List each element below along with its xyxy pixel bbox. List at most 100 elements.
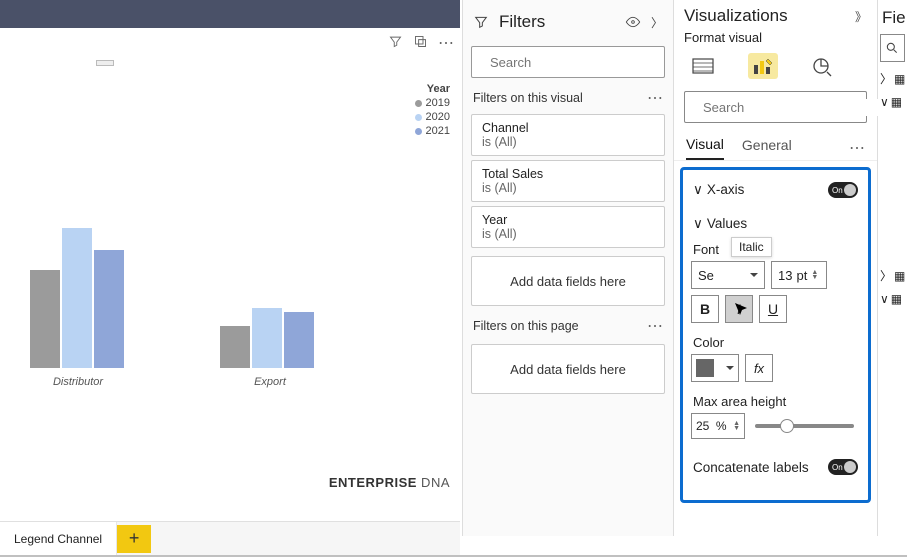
watermark: ENTERPRISE DNA (329, 475, 450, 490)
filter-icon[interactable] (388, 34, 403, 52)
legend-title: Year (415, 83, 450, 95)
filter-icon (473, 14, 489, 30)
italic-button[interactable]: I (725, 295, 753, 323)
color-picker[interactable] (691, 354, 739, 382)
xaxis-header[interactable]: ∨X-axis (693, 182, 744, 198)
filters-page-label: Filters on this page (473, 319, 579, 333)
visual-header: ⋯ (0, 28, 460, 58)
legend-item[interactable]: 2021 (415, 125, 450, 137)
font-family-value: Se (698, 268, 714, 283)
legend-label: 2019 (426, 97, 450, 109)
format-tabs: Visual General ⋯ (674, 131, 877, 161)
filters-search-input[interactable] (488, 54, 668, 71)
more-icon[interactable]: ⋯ (647, 88, 663, 108)
pct-unit: % (716, 419, 727, 433)
italic-tooltip: Italic (731, 237, 772, 257)
legend-label: 2020 (426, 111, 450, 123)
tab-general[interactable]: General (742, 137, 792, 159)
chevron-down-icon (750, 273, 758, 281)
visualizations-pane: Visualizations 》 Format visual Visual Ge… (674, 0, 878, 536)
filters-visual-label: Filters on this visual (473, 91, 583, 105)
format-properties-box: ∨X-axis On ∨Values Font Se 13 pt ▲▼ Ital… (680, 167, 871, 503)
add-fields-visual[interactable]: Add data fields here (471, 256, 665, 306)
build-visual-button[interactable] (688, 53, 718, 79)
filter-card-totalsales[interactable]: Total Sales is (All) (471, 160, 665, 202)
font-size-value: 13 (778, 268, 792, 283)
chart-bar[interactable] (94, 250, 124, 368)
concatenate-toggle[interactable]: On (828, 459, 858, 475)
report-canvas: ⋯ Year 2019 2020 2021 Distributor Export (0, 28, 460, 502)
cursor-icon (734, 302, 750, 320)
fields-pane: Fie 〉▦ ∨▦ 〉▦ ∨▦ (878, 0, 907, 536)
visualizations-title: Visualizations (684, 6, 845, 26)
max-area-slider[interactable] (755, 424, 854, 428)
format-search[interactable] (684, 91, 867, 123)
underline-button[interactable]: U (759, 295, 787, 323)
format-search-input[interactable] (701, 99, 881, 116)
font-size-input[interactable]: 13 pt ▲▼ (771, 261, 827, 289)
concatenate-label: Concatenate labels (693, 460, 809, 475)
stepper-icon[interactable]: ▲▼ (733, 421, 740, 431)
fields-table-row[interactable]: ∨▦ (878, 288, 907, 310)
format-visual-label: Format visual (674, 26, 877, 51)
filter-card-sub: is (All) (482, 181, 654, 195)
chart-bar[interactable] (30, 270, 60, 368)
filter-card-year[interactable]: Year is (All) (471, 206, 665, 248)
search-icon (885, 41, 899, 55)
fields-table-row[interactable]: 〉▦ (878, 263, 907, 288)
values-header[interactable]: ∨Values (693, 216, 747, 232)
stepper-icon[interactable]: ▲▼ (811, 270, 818, 280)
filters-search[interactable] (471, 46, 665, 78)
format-mode-row (674, 51, 877, 87)
eye-icon[interactable] (625, 14, 641, 30)
add-page-button[interactable]: + (117, 525, 151, 553)
more-options-icon[interactable]: ⋯ (438, 33, 454, 53)
filter-card-title: Year (482, 213, 654, 227)
fields-table-row[interactable]: 〉▦ (878, 66, 907, 91)
chart-bar[interactable] (284, 312, 314, 368)
analytics-button[interactable] (808, 53, 838, 79)
focus-mode-icon[interactable] (413, 34, 428, 52)
app-header-bar (0, 0, 460, 28)
watermark-bold: ENTERPRISE (329, 475, 417, 490)
max-area-input[interactable]: 25 % ▲▼ (691, 413, 745, 439)
max-area-label: Max area height (693, 394, 860, 409)
page-tab-active[interactable]: Legend Channel (0, 522, 117, 555)
chart-bar[interactable] (220, 326, 250, 368)
chart-bar[interactable] (252, 308, 282, 368)
fields-title: Fie (878, 0, 907, 30)
font-family-select[interactable]: Se (691, 261, 765, 289)
slider-thumb[interactable] (780, 419, 794, 433)
fx-button[interactable]: fx (745, 354, 773, 382)
legend-item[interactable]: 2020 (415, 111, 450, 123)
filters-pane: Filters 〉 Filters on this visual ⋯ Chann… (462, 0, 674, 536)
collapse-icon[interactable]: 》 (855, 8, 867, 25)
color-label: Color (693, 335, 860, 350)
drag-handle-icon[interactable] (96, 60, 114, 66)
filter-card-sub: is (All) (482, 135, 654, 149)
xaxis-toggle[interactable]: On (828, 182, 858, 198)
chart-bar[interactable] (62, 228, 92, 368)
font-unit: pt (796, 268, 807, 283)
legend-item[interactable]: 2019 (415, 97, 450, 109)
tab-visual[interactable]: Visual (686, 136, 724, 160)
bar-group (30, 228, 124, 368)
collapse-icon[interactable]: 〉 (651, 14, 663, 31)
filter-card-channel[interactable]: Channel is (All) (471, 114, 665, 156)
legend-dot-icon (415, 100, 422, 107)
more-icon[interactable]: ⋯ (647, 316, 663, 336)
bar-chart: Distributor Export (30, 198, 360, 388)
add-fields-page[interactable]: Add data fields here (471, 344, 665, 394)
filters-title: Filters (499, 12, 615, 32)
bold-button[interactable]: B (691, 295, 719, 323)
fields-table-row[interactable]: ∨▦ (878, 91, 907, 113)
legend-dot-icon (415, 128, 422, 135)
x-axis-label: Distributor (28, 376, 128, 388)
bar-group (220, 308, 314, 368)
more-icon[interactable]: ⋯ (849, 138, 865, 158)
format-visual-button[interactable] (748, 53, 778, 79)
color-swatch-icon (696, 359, 714, 377)
fields-search[interactable] (880, 34, 905, 62)
watermark-light: DNA (417, 475, 450, 490)
pct-value: 25 (696, 419, 709, 433)
